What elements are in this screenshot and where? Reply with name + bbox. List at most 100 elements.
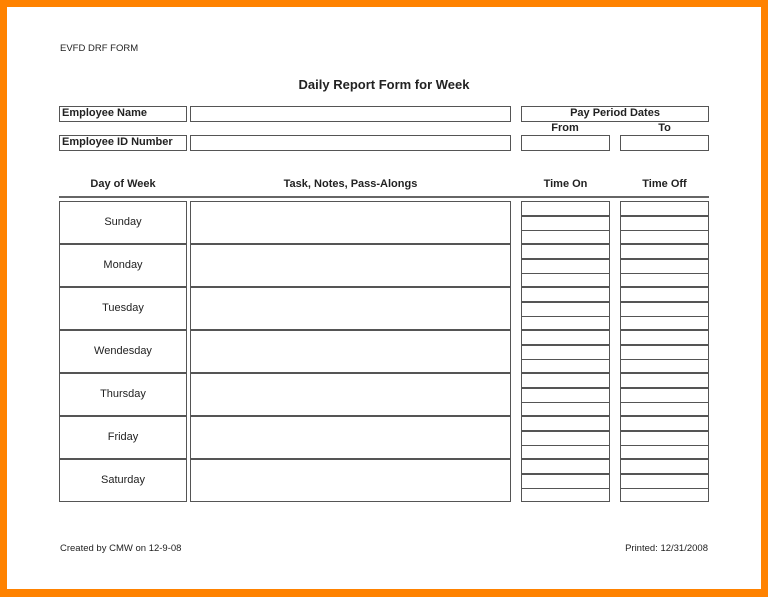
task-notes-field[interactable] [190,373,511,416]
day-row: Monday [59,244,709,287]
header-divider [59,196,709,198]
employee-id-label: Employee ID Number [59,135,187,151]
time-on-slot-field[interactable] [522,259,609,271]
time-off-cell [620,287,709,330]
from-date-field[interactable] [521,135,610,151]
time-off-slot-field[interactable] [621,446,708,458]
time-on-slot-field[interactable] [522,216,609,228]
time-off-slot-field[interactable] [621,388,708,400]
employee-name-field[interactable] [190,106,511,122]
time-on-cell [521,330,610,373]
time-off-slot-field[interactable] [621,331,708,343]
time-on-slot-field[interactable] [522,417,609,429]
time-off-cell [620,201,709,244]
time-on-slot-field[interactable] [522,460,609,472]
time-on-slot-field[interactable] [522,431,609,443]
pay-period-label: Pay Period Dates [521,106,709,122]
time-on-slot-field[interactable] [522,403,609,415]
task-notes-field[interactable] [190,459,511,502]
task-notes-field[interactable] [190,416,511,459]
time-off-cell [620,244,709,287]
time-on-slot-field[interactable] [522,302,609,314]
time-on-cell [521,459,610,502]
day-row: Wendesday [59,330,709,373]
day-row: Friday [59,416,709,459]
header-time-off: Time Off [642,178,687,190]
day-cell: Thursday [59,373,187,416]
time-on-slot-field[interactable] [522,317,609,329]
time-on-slot-field[interactable] [522,388,609,400]
time-on-slot-field[interactable] [522,274,609,286]
header-day-of-week: Day of Week [90,178,156,190]
task-notes-field[interactable] [190,201,511,244]
time-on-slot-field[interactable] [522,331,609,343]
day-cell: Sunday [59,201,187,244]
day-label: Saturday [100,474,146,486]
time-on-cell [521,287,610,330]
printed-date: Printed: 12/31/2008 [625,543,708,554]
time-off-cell [620,373,709,416]
time-off-slot-field[interactable] [621,288,708,300]
form-id: EVFD DRF FORM [60,43,139,54]
time-on-cell [521,373,610,416]
time-off-slot-field[interactable] [621,474,708,486]
day-label: Friday [107,431,139,443]
time-off-slot-field[interactable] [621,489,708,501]
time-on-slot-field[interactable] [522,360,609,372]
day-cell: Saturday [59,459,187,502]
time-off-slot-field[interactable] [621,345,708,357]
time-on-slot-field[interactable] [522,245,609,257]
time-off-slot-field[interactable] [621,317,708,329]
day-row: Saturday [59,459,709,502]
task-notes-field[interactable] [190,330,511,373]
day-label: Wendesday [94,345,152,357]
day-row: Tuesday [59,287,709,330]
time-off-slot-field[interactable] [621,417,708,429]
day-label: Monday [103,259,143,271]
task-notes-field[interactable] [190,244,511,287]
from-label: From [551,122,579,134]
time-off-slot-field[interactable] [621,274,708,286]
time-off-slot-field[interactable] [621,431,708,443]
to-date-field[interactable] [620,135,709,151]
page-title: Daily Report Form for Week [298,77,470,92]
time-on-slot-field[interactable] [522,489,609,501]
time-off-slot-field[interactable] [621,460,708,472]
time-on-slot-field[interactable] [522,474,609,486]
day-row: Thursday [59,373,709,416]
time-on-slot-field[interactable] [522,345,609,357]
employee-name-label: Employee Name [59,106,187,122]
employee-id-field[interactable] [190,135,511,151]
time-off-slot-field[interactable] [621,259,708,271]
time-off-slot-field[interactable] [621,202,708,214]
time-on-slot-field[interactable] [522,446,609,458]
time-on-slot-field[interactable] [522,231,609,243]
to-label: To [658,122,671,134]
day-label: Sunday [104,216,142,228]
time-off-slot-field[interactable] [621,403,708,415]
time-on-slot-field[interactable] [522,288,609,300]
day-row: Sunday [59,201,709,244]
time-off-cell [620,330,709,373]
time-on-cell [521,416,610,459]
day-label: Thursday [100,388,146,400]
time-on-cell [521,201,610,244]
task-notes-field[interactable] [190,287,511,330]
time-off-cell [620,459,709,502]
day-cell: Wendesday [59,330,187,373]
time-on-cell [521,244,610,287]
time-off-slot-field[interactable] [621,245,708,257]
time-off-slot-field[interactable] [621,374,708,386]
day-cell: Friday [59,416,187,459]
day-cell: Monday [59,244,187,287]
day-cell: Tuesday [59,287,187,330]
time-off-slot-field[interactable] [621,231,708,243]
time-off-slot-field[interactable] [621,216,708,228]
day-label: Tuesday [102,302,144,314]
time-off-slot-field[interactable] [621,302,708,314]
created-by: Created by CMW on 12-9-08 [60,543,182,554]
time-on-slot-field[interactable] [522,202,609,214]
header-time-on: Time On [543,178,588,190]
time-off-slot-field[interactable] [621,360,708,372]
time-on-slot-field[interactable] [522,374,609,386]
